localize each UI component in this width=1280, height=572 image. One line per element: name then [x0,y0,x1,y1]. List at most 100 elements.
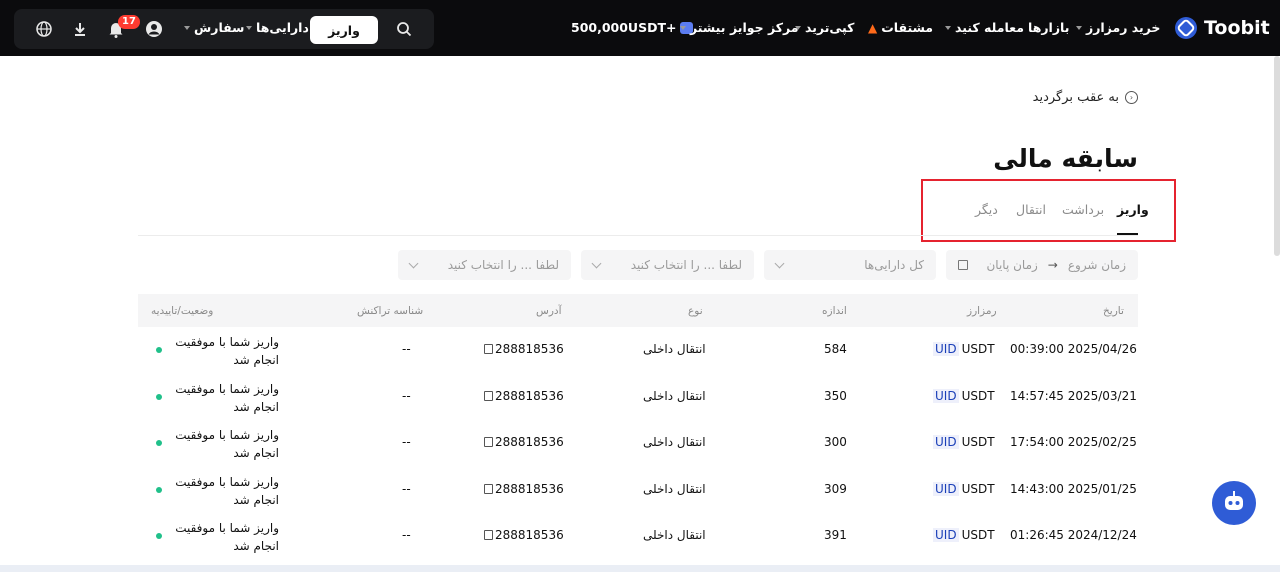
status-success-dot [156,487,162,493]
language-globe-icon[interactable] [24,9,64,49]
cell-crypto: UID USDT [933,482,995,496]
caret-down-icon [680,25,686,30]
cell-txid: -- [402,482,411,496]
page-scrollbar[interactable] [1274,56,1280,256]
derivatives-menu[interactable]: ▲ مشتقات [868,20,933,35]
copy-icon[interactable] [484,344,493,354]
status-success-dot [156,347,162,353]
end-time-field[interactable]: زمان پایان [986,258,1037,272]
deposit-button[interactable]: واریز [310,16,378,44]
cell-address: 288818536 [484,435,564,449]
trade-menu[interactable]: معامله کنید [945,20,1024,35]
cell-type: انتقال داخلی [643,435,706,449]
header-crypto: رمزارز [967,305,997,317]
help-robot-icon[interactable] [1212,481,1256,525]
cell-date: 14:43:00 2025/01/25 [1010,482,1137,496]
cell-status: واریز شما با موفقیت انجام شد [169,519,279,555]
address-text: 288818536 [495,389,564,403]
user-avatar-icon[interactable] [134,9,174,49]
tab-withdraw[interactable]: برداشت [1062,202,1104,217]
copy-icon[interactable] [484,484,493,494]
header-address: آدرس [536,305,562,317]
date-range-picker[interactable]: زمان شروع → زمان پایان [946,250,1138,280]
orders-menu[interactable]: سفارش [184,20,244,35]
status-success-dot [156,533,162,539]
bottom-strip [0,565,1280,572]
cell-txid: -- [402,528,411,542]
more-menu[interactable]: بیشتر [680,20,725,35]
assets-menu[interactable]: دارایی‌ها [246,20,309,35]
uid-tag: UID [933,435,959,449]
filter-select-1[interactable]: لطفا ... را انتخاب کنید [581,250,754,280]
cell-status: واریز شما با موفقیت انجام شد [169,426,279,462]
coin-label: USDT [961,389,995,403]
caret-down-icon [184,25,190,30]
cell-amount: 350 [824,389,847,403]
tab-transfer[interactable]: انتقال [1016,202,1046,217]
toobit-logo[interactable]: Toobit [1174,16,1270,40]
status-line-2: انجام شد [233,353,279,367]
status-line-2: انجام شد [233,539,279,553]
start-time-field[interactable]: زمان شروع [1068,258,1126,272]
cell-txid: -- [402,389,411,403]
cell-amount: 309 [824,482,847,496]
cell-date: 00:39:00 2025/04/26 [1010,342,1137,356]
copy-icon[interactable] [484,437,493,447]
header-amount: اندازه [822,305,847,317]
back-link[interactable]: ‹ به عقب برگردید [1033,90,1138,105]
status-line-1: واریز شما با موفقیت [175,475,279,489]
copy-icon[interactable] [484,391,493,401]
status-line-1: واریز شما با موفقیت [175,382,279,396]
address-text: 288818536 [495,435,564,449]
header-status: وضعیت/تاییدیه [151,305,214,317]
cell-date: 14:57:45 2025/03/21 [1010,389,1137,403]
cell-date: 01:26:45 2024/12/24 [1010,528,1137,542]
status-success-dot [156,440,162,446]
uid-tag: UID [933,528,959,542]
coin-label: USDT [961,482,995,496]
header-type: نوع [688,305,703,317]
tab-deposit[interactable]: واریز [1117,202,1149,217]
uid-tag: UID [933,342,959,356]
page-title: سابقه مالی [993,144,1138,173]
uid-tag: UID [933,482,959,496]
address-text: 288818536 [495,342,564,356]
copy-icon[interactable] [484,530,493,540]
copytrade-menu[interactable]: کپی‌ترید [795,20,854,35]
tab-other[interactable]: دیگر [975,202,998,217]
rewards-center-link[interactable]: مرکز جوایز [730,20,799,35]
status-success-dot [156,394,162,400]
cell-txid: -- [402,342,411,356]
address-text: 288818536 [495,528,564,542]
coin-label: USDT [961,528,995,542]
cell-crypto: UID USDT [933,528,995,542]
cell-date: 17:54:00 2025/02/25 [1010,435,1137,449]
address-text: 288818536 [495,482,564,496]
caret-down-icon [246,25,252,30]
markets-link[interactable]: بازارها [1028,20,1069,35]
coin-label: USDT [961,435,995,449]
caret-down-icon [1076,25,1082,30]
cell-txid: -- [402,435,411,449]
calendar-icon [958,260,968,270]
uid-tag: UID [933,389,959,403]
filter-select-2[interactable]: لطفا ... را انتخاب کنید [398,250,571,280]
cell-crypto: UID USDT [933,435,995,449]
cell-status: واریز شما با موفقیت انجام شد [169,380,279,416]
download-icon[interactable] [60,9,100,49]
status-line-2: انجام شد [233,446,279,460]
bonus-promo[interactable]: 500,000USDT+ [571,20,694,35]
buy-crypto-menu[interactable]: خرید رمزارز [1076,20,1160,35]
arrow-right-icon: → [1047,258,1058,272]
search-icon[interactable] [384,9,424,49]
chevron-down-icon [591,258,602,268]
asset-select[interactable]: کل دارایی‌ها [764,250,936,280]
notification-bell-icon[interactable]: 17 [96,9,140,49]
caret-down-icon [945,25,951,30]
cell-address: 288818536 [484,389,564,403]
cell-type: انتقال داخلی [643,482,706,496]
fire-icon: ▲ [868,20,878,35]
coin-label: USDT [961,342,995,356]
cell-crypto: UID USDT [933,389,995,403]
cell-address: 288818536 [484,342,564,356]
